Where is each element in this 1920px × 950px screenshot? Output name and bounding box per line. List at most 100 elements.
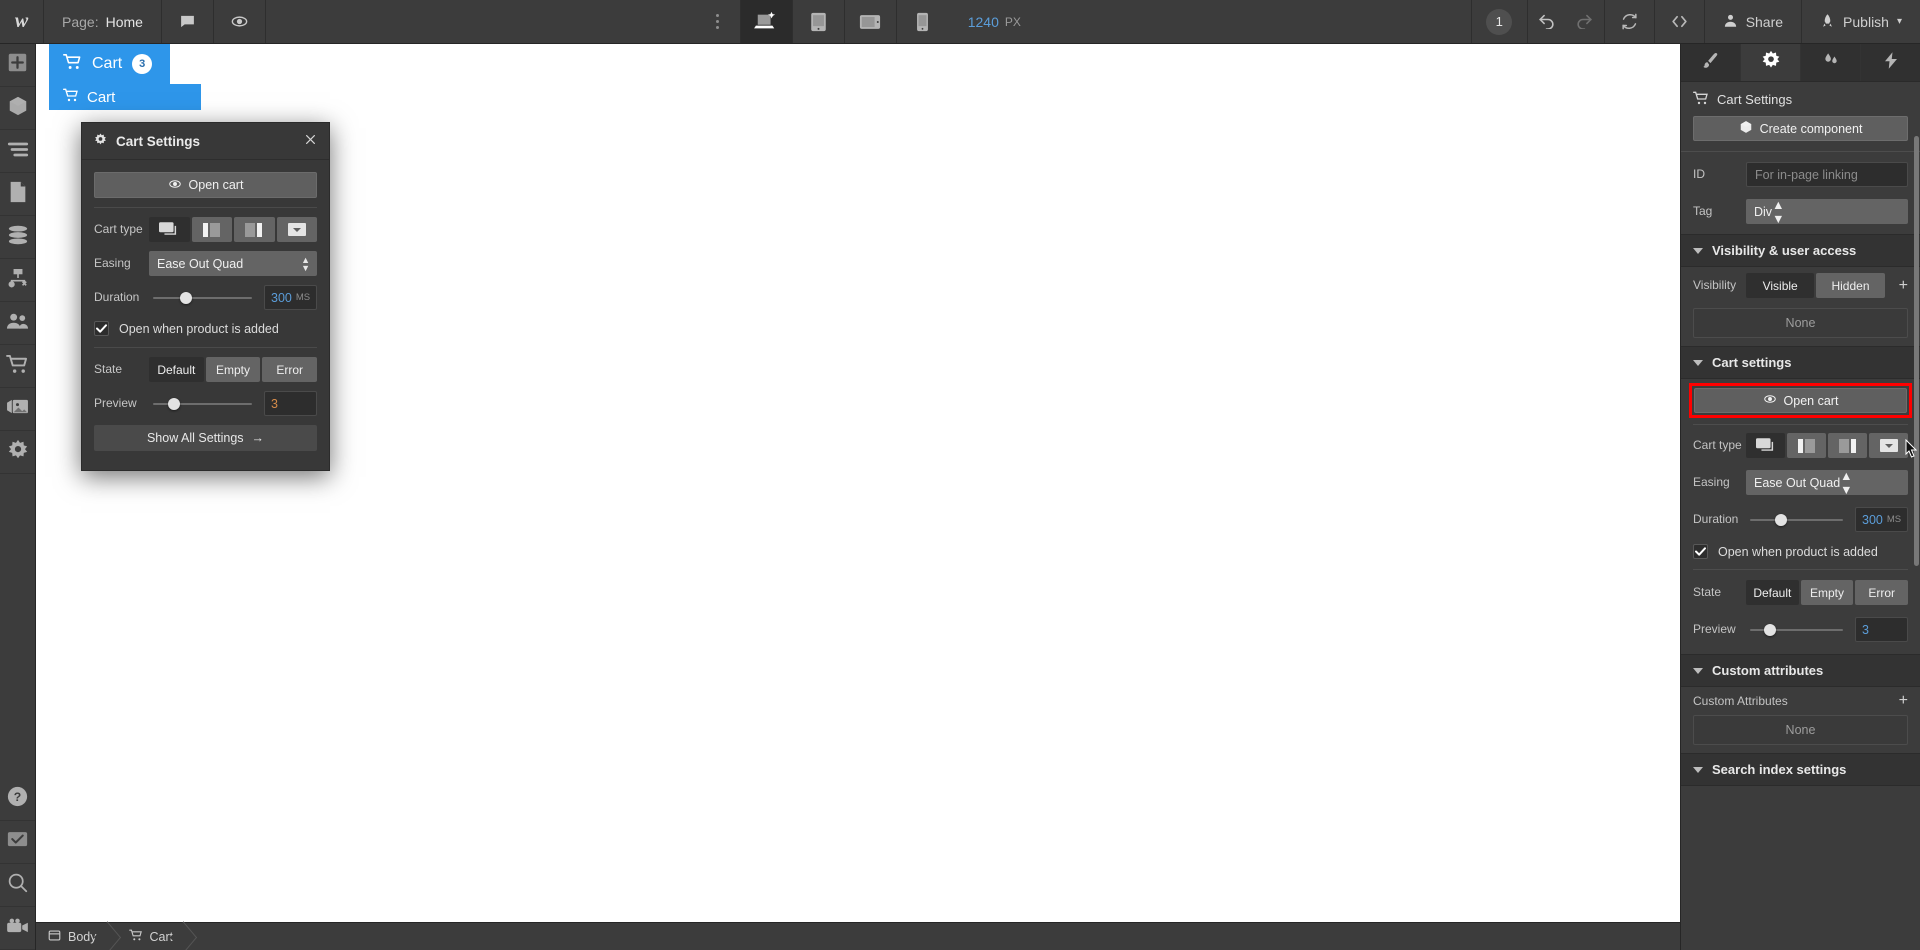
section-custom-attributes[interactable]: Custom attributes [1681, 654, 1920, 687]
cart-type-left-option[interactable] [191, 217, 232, 242]
panel-preview-input[interactable]: 3 [1855, 617, 1908, 642]
breakpoint-mobile[interactable] [895, 0, 948, 43]
id-input[interactable]: For in-page linking [1746, 162, 1908, 187]
section-cart-settings[interactable]: Cart settings [1681, 346, 1920, 379]
section-visibility[interactable]: Visibility & user access [1681, 234, 1920, 267]
panel-preview-slider[interactable] [1746, 617, 1847, 642]
code-brackets-icon[interactable] [1653, 0, 1704, 43]
duration-row: Duration 300 MS [94, 285, 317, 310]
visibility-option-hidden[interactable]: Hidden [1816, 273, 1885, 298]
webflow-logo[interactable]: w [0, 0, 44, 43]
popover-open-cart-button[interactable]: Open cart [94, 172, 317, 198]
tab-style[interactable] [1681, 44, 1741, 81]
cart-icon [1693, 91, 1709, 108]
comment-icon[interactable] [162, 0, 214, 43]
sidebar-item-cms[interactable] [0, 216, 35, 259]
preview-slider[interactable] [149, 391, 256, 416]
panel-open-on-add-checkbox[interactable] [1693, 544, 1708, 559]
plus-icon[interactable]: + [1899, 277, 1908, 294]
panel-preview-slider-knob[interactable] [1764, 624, 1777, 636]
panel-scrollbar[interactable] [1914, 136, 1919, 566]
easing-select[interactable]: Ease Out Quad ▲ ▼ [149, 251, 317, 276]
sidebar-item-users[interactable] [0, 302, 35, 345]
cart-type-right-option[interactable] [234, 217, 275, 242]
tab-settings[interactable] [1741, 44, 1801, 81]
panel-preview-row: Preview 3 [1681, 611, 1920, 654]
preview-input[interactable]: 3 [264, 391, 317, 416]
breadcrumb-item-body[interactable]: Body [36, 923, 111, 950]
viewport-width[interactable]: 1240 PX [948, 0, 1041, 43]
duration-label: Duration [94, 290, 140, 304]
panel-scroll-area[interactable]: Cart Settings Create component ID For in… [1681, 82, 1920, 950]
breakpoint-tablet-landscape[interactable] [843, 0, 896, 43]
duration-slider[interactable] [149, 285, 256, 310]
sidebar-item-video[interactable] [0, 907, 35, 950]
tab-interactions[interactable] [1801, 44, 1861, 81]
sidebar-item-logic[interactable] [0, 259, 35, 302]
panel-state-option-default[interactable]: Default [1746, 580, 1799, 605]
state-option-empty[interactable]: Empty [205, 357, 261, 382]
duration-input[interactable]: 300 MS [264, 285, 317, 310]
state-option-default[interactable]: Default [149, 357, 204, 382]
eye-icon[interactable] [214, 0, 266, 43]
breadcrumb-item-cart[interactable]: Cart [110, 923, 188, 950]
sidebar-item-search[interactable] [0, 864, 35, 907]
sidebar-item-components[interactable] [0, 87, 35, 130]
change-count-badge[interactable]: 1 [1470, 0, 1527, 43]
redo-icon[interactable] [1566, 10, 1604, 34]
cart-type-modal-option[interactable] [149, 217, 190, 242]
tab-effects[interactable] [1861, 44, 1920, 81]
cart-settings-popover: Cart Settings Open cart Cart type Easing… [81, 122, 330, 471]
share-button[interactable]: Share [1703, 0, 1801, 43]
panel-cart-type-right-option[interactable] [1828, 433, 1867, 458]
visibility-conditions-none[interactable]: None [1693, 308, 1908, 338]
breakpoint-group: 1240 PX [696, 0, 1041, 43]
sidebar-item-settings[interactable] [0, 431, 35, 474]
panel-cart-type-left-option[interactable] [1787, 433, 1826, 458]
panel-state-option-error[interactable]: Error [1855, 580, 1909, 605]
state-option-error[interactable]: Error [262, 357, 318, 382]
panel-cart-type-dropdown-option[interactable] [1869, 433, 1908, 458]
sidebar-item-help[interactable]: ? [0, 778, 35, 821]
cart-widget[interactable]: Cart 3 [49, 44, 171, 84]
visibility-segmented-control: Visible Hidden [1746, 273, 1885, 298]
page-selector[interactable]: Page: Home [44, 0, 162, 43]
panel-open-on-add-row[interactable]: Open when product is added [1681, 538, 1920, 565]
create-component-label: Create component [1759, 121, 1863, 136]
create-component-button[interactable]: Create component [1693, 116, 1908, 141]
breakpoint-desktop-large[interactable] [739, 0, 792, 43]
panel-duration-input[interactable]: 300 MS [1855, 507, 1908, 532]
more-vertical-icon[interactable] [696, 0, 740, 43]
tag-select[interactable]: Div ▲ ▼ [1746, 198, 1908, 226]
visibility-option-visible[interactable]: Visible [1746, 273, 1815, 298]
question-circle-icon: ? [7, 786, 28, 812]
custom-attributes-none[interactable]: None [1693, 715, 1908, 745]
panel-open-cart-button[interactable]: Open cart [1694, 388, 1907, 413]
panel-easing-select[interactable]: Ease Out Quad ▲ ▼ [1746, 469, 1908, 497]
panel-cart-type-modal-option[interactable] [1746, 433, 1785, 458]
refresh-icon[interactable] [1603, 0, 1654, 43]
sidebar-item-add-elements[interactable] [0, 44, 35, 87]
left-toolbar: ? [0, 44, 36, 950]
sidebar-item-ecommerce[interactable] [0, 345, 35, 388]
open-on-add-checkbox[interactable] [94, 321, 109, 336]
open-on-add-row[interactable]: Open when product is added [94, 319, 317, 338]
sidebar-item-audit[interactable] [0, 821, 35, 864]
sidebar-item-navigator[interactable] [0, 130, 35, 173]
show-all-settings-button[interactable]: Show All Settings → [94, 425, 317, 451]
publish-button[interactable]: Publish ▾ [1801, 0, 1920, 43]
plus-icon[interactable]: + [1899, 693, 1908, 709]
state-row: State Default Empty Error [94, 357, 318, 382]
breakpoint-tablet[interactable] [791, 0, 844, 43]
panel-state-option-empty[interactable]: Empty [1800, 580, 1854, 605]
preview-slider-knob[interactable] [168, 398, 181, 410]
panel-duration-slider-knob[interactable] [1775, 514, 1788, 526]
undo-icon[interactable] [1528, 10, 1566, 34]
cart-type-dropdown-option[interactable] [276, 217, 317, 242]
duration-slider-knob[interactable] [180, 292, 193, 304]
section-search-index[interactable]: Search index settings [1681, 753, 1920, 786]
sidebar-item-assets[interactable] [0, 388, 35, 431]
sidebar-item-pages[interactable] [0, 173, 35, 216]
panel-duration-slider[interactable] [1746, 507, 1847, 532]
close-icon[interactable] [304, 133, 317, 149]
